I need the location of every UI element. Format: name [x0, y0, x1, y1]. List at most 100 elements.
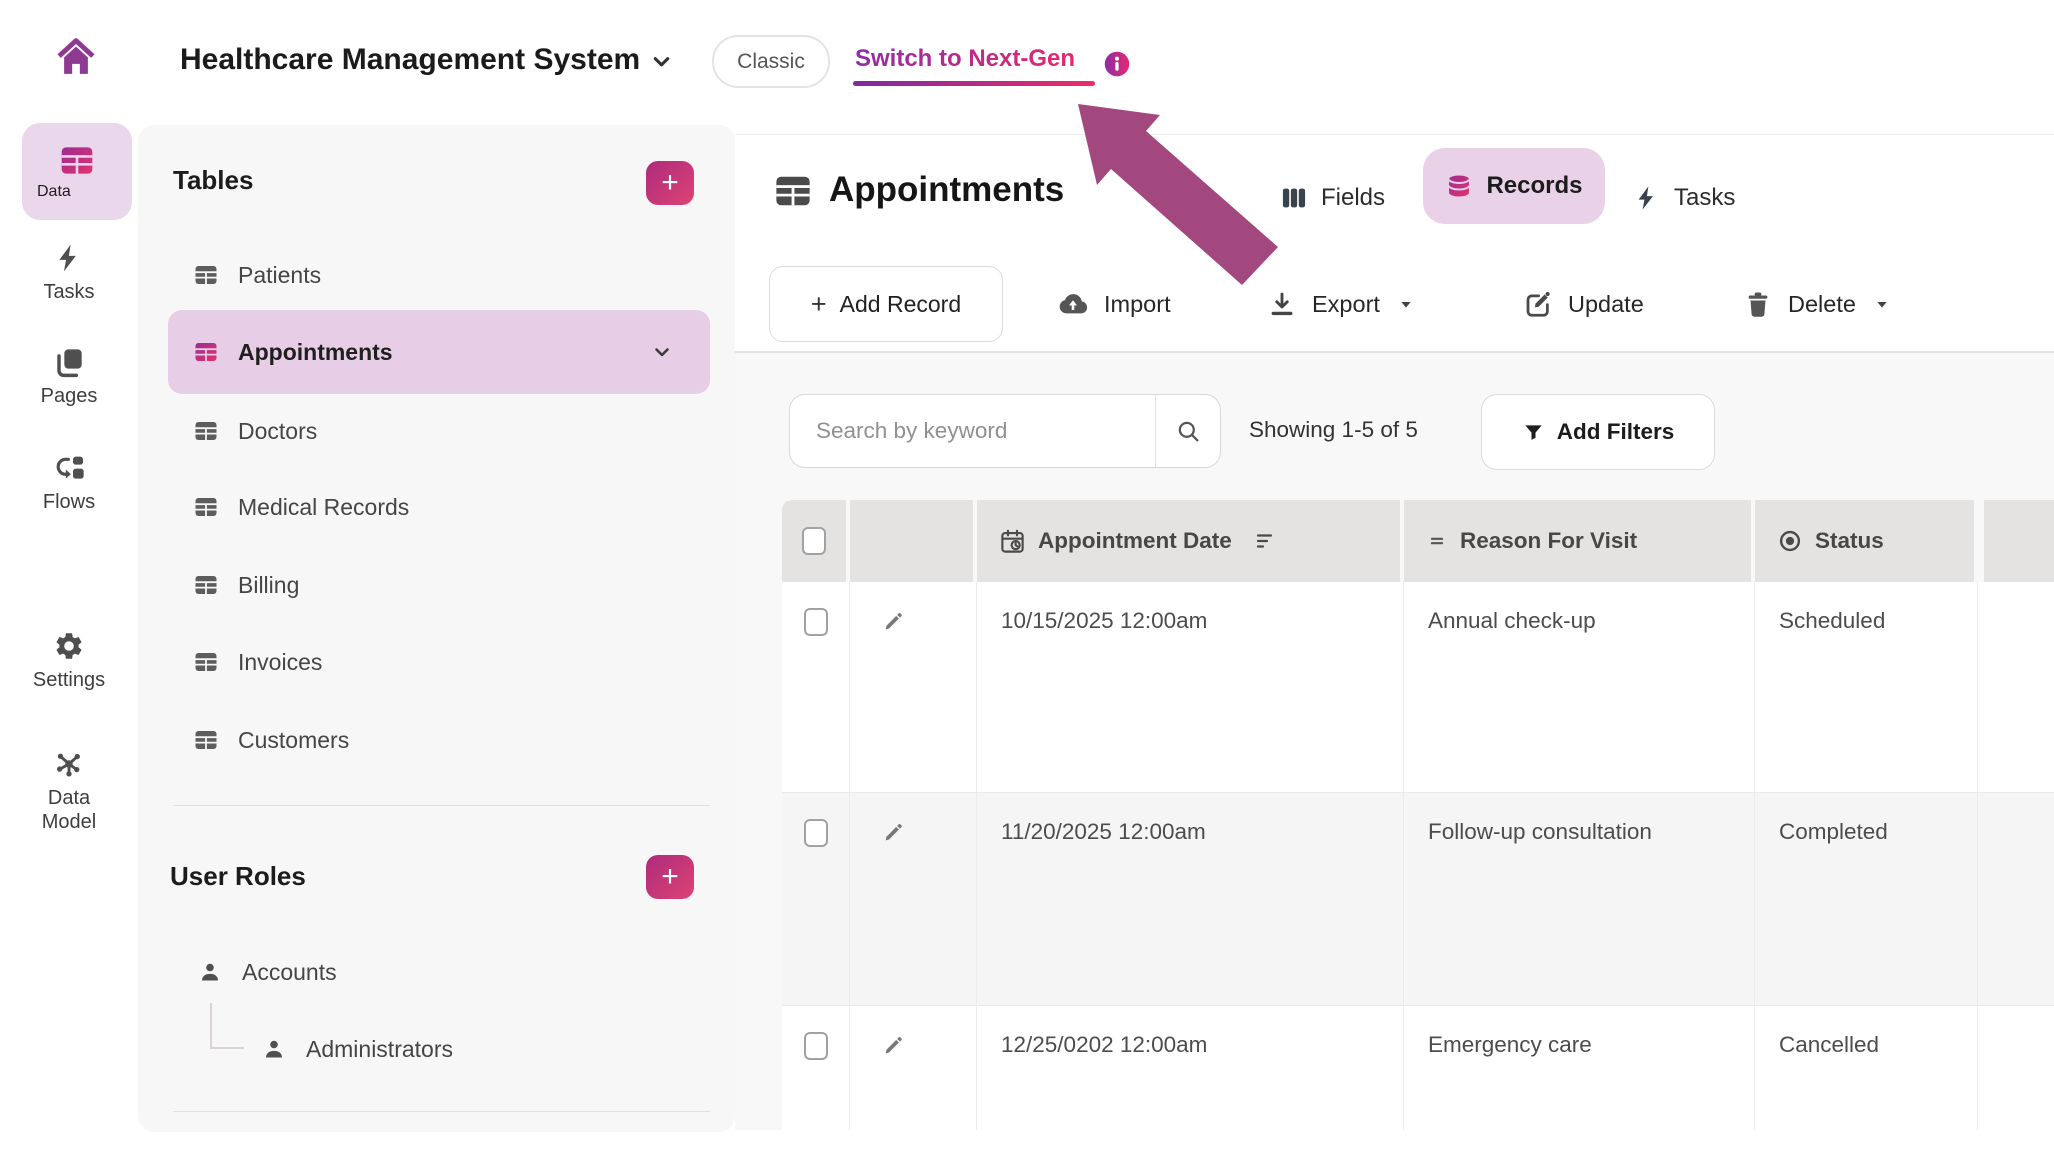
cell-appointment-date[interactable]: 10/15/2025 12:00am [977, 582, 1404, 793]
search-input[interactable] [790, 395, 1155, 467]
chevron-down-icon[interactable] [650, 340, 674, 364]
sidebar-item-accounts[interactable]: Accounts [168, 933, 710, 1011]
cell-status[interactable]: Completed [1755, 793, 1978, 1006]
edit-icon [1523, 289, 1553, 319]
info-icon[interactable] [1103, 50, 1131, 78]
table-icon [194, 495, 218, 519]
row-edit-cell [850, 793, 977, 1006]
plus-icon: + [811, 289, 827, 320]
rail-item-data[interactable]: Data [22, 123, 132, 220]
home-button[interactable] [53, 34, 99, 80]
column-header-appointment-date[interactable]: Appointment Date [977, 500, 1404, 582]
records-table: Appointment Date Reason For Visit Status… [782, 500, 2054, 1130]
sidebar-item-doctors[interactable]: Doctors [168, 392, 710, 470]
sidebar-item-label: Patients [238, 262, 321, 289]
rail-item-flows[interactable]: Flows [0, 452, 138, 514]
cell-next [1984, 1006, 2054, 1130]
rail-label-tasks: Tasks [29, 280, 109, 304]
add-record-label: Add Record [840, 291, 961, 318]
rail-item-pages[interactable]: Pages [0, 346, 138, 408]
switch-link-underline [853, 81, 1095, 86]
edit-column-header [850, 500, 977, 582]
tab-label: Fields [1321, 184, 1385, 212]
app-switcher-chevron-icon[interactable] [648, 48, 675, 75]
table-icon [194, 728, 218, 752]
column-header-next [1984, 500, 2054, 582]
add-table-button[interactable]: + [646, 161, 694, 205]
sidebar-item-appointments[interactable]: Appointments [168, 310, 710, 394]
page-title: Appointments [829, 170, 1064, 210]
cloud-upload-icon [1057, 288, 1089, 320]
equals-icon [1426, 530, 1448, 552]
search-box [789, 394, 1221, 468]
cell-status[interactable]: Cancelled [1755, 1006, 1978, 1130]
import-label: Import [1104, 291, 1171, 318]
search-submit-button[interactable] [1156, 395, 1220, 467]
export-label: Export [1312, 291, 1380, 318]
sidebar-item-label: Medical Records [238, 494, 409, 521]
person-icon [198, 960, 222, 984]
update-button[interactable]: Update [1523, 280, 1644, 328]
select-all-checkbox[interactable] [802, 527, 826, 555]
calendar-clock-icon [999, 528, 1026, 555]
row-checkbox[interactable] [804, 608, 828, 636]
cell-reason[interactable]: Emergency care [1404, 1006, 1755, 1130]
columns-icon [1280, 184, 1308, 212]
download-icon [1267, 289, 1297, 319]
pencil-icon[interactable] [880, 820, 906, 846]
rail-label-settings: Settings [29, 668, 109, 692]
tab-tasks[interactable]: Tasks [1633, 178, 1735, 218]
select-all-header [782, 500, 850, 582]
export-button[interactable]: Export [1267, 280, 1417, 328]
column-header-reason-for-visit[interactable]: Reason For Visit [1404, 500, 1755, 582]
person-icon [262, 1037, 286, 1061]
sidebar-item-label: Invoices [238, 649, 322, 676]
cell-reason[interactable]: Annual check-up [1404, 582, 1755, 793]
rail-item-tasks[interactable]: Tasks [0, 242, 138, 304]
trash-icon [1743, 289, 1773, 319]
sidebar-item-billing[interactable]: Billing [168, 546, 710, 624]
sidebar-divider [173, 805, 710, 806]
column-header-status[interactable]: Status [1755, 500, 1978, 582]
tab-label: Tasks [1674, 184, 1735, 212]
sort-icon[interactable] [1254, 529, 1278, 553]
sidebar-item-administrators[interactable]: Administrators [168, 1010, 710, 1088]
pencil-icon[interactable] [880, 609, 906, 635]
row-checkbox[interactable] [804, 819, 828, 847]
cell-appointment-date[interactable]: 12/25/0202 12:00am [977, 1006, 1404, 1130]
rail-label-data-model: Data Model [29, 786, 109, 834]
rail-item-settings[interactable]: Settings [0, 630, 138, 692]
update-label: Update [1568, 291, 1644, 318]
switch-to-nextgen-link[interactable]: Switch to Next-Gen [855, 45, 1075, 73]
delete-button[interactable]: Delete [1743, 280, 1893, 328]
add-filters-button[interactable]: Add Filters [1481, 394, 1715, 470]
tab-records[interactable]: Records [1423, 148, 1605, 224]
tab-fields[interactable]: Fields [1280, 178, 1385, 218]
sidebar-item-patients[interactable]: Patients [168, 236, 710, 314]
plus-icon: + [661, 860, 679, 894]
add-filters-label: Add Filters [1557, 419, 1675, 445]
cell-status[interactable]: Scheduled [1755, 582, 1978, 793]
cell-reason[interactable]: Follow-up consultation [1404, 793, 1755, 1006]
sidebar-item-invoices[interactable]: Invoices [168, 623, 710, 701]
app-window: Healthcare Management System Classic Swi… [0, 0, 2054, 1168]
sidebar-item-label: Billing [238, 572, 299, 599]
add-role-button[interactable]: + [646, 855, 694, 899]
rail-item-data-model[interactable]: Data Model [0, 748, 138, 834]
sidebar-item-medical-records[interactable]: Medical Records [168, 468, 710, 546]
import-button[interactable]: Import [1057, 280, 1171, 328]
bolt-icon [1633, 184, 1661, 212]
cell-appointment-date[interactable]: 11/20/2025 12:00am [977, 793, 1404, 1006]
pages-icon [53, 346, 85, 378]
search-icon [1175, 418, 1202, 445]
add-record-button[interactable]: + Add Record [769, 266, 1003, 342]
column-label: Reason For Visit [1460, 528, 1637, 554]
row-checkbox[interactable] [804, 1032, 828, 1060]
user-roles-section-title: User Roles [170, 861, 306, 892]
delete-label: Delete [1788, 291, 1856, 318]
tables-section-title: Tables [173, 165, 253, 196]
sidebar-item-customers[interactable]: Customers [168, 701, 710, 779]
pencil-icon[interactable] [880, 1033, 906, 1059]
column-label: Appointment Date [1038, 528, 1232, 554]
record-count-text: Showing 1-5 of 5 [1249, 417, 1418, 443]
